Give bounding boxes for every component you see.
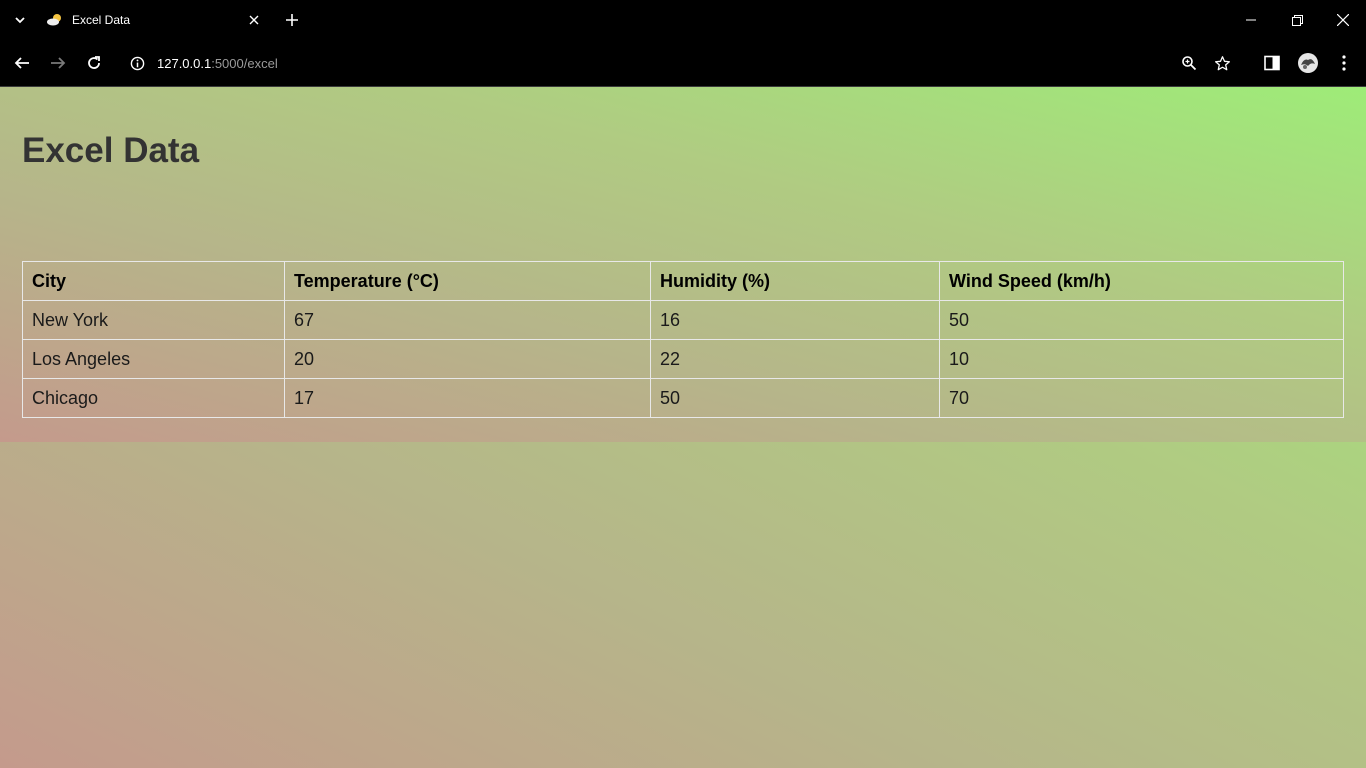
table-cell: Chicago <box>22 378 285 418</box>
table-row: Los Angeles 20 22 10 <box>22 339 1344 379</box>
table-cell: 67 <box>284 300 651 340</box>
chevron-down-icon[interactable] <box>8 8 32 32</box>
info-icon[interactable] <box>120 56 154 71</box>
kebab-menu-icon[interactable] <box>1330 49 1358 77</box>
plus-icon[interactable] <box>280 8 304 32</box>
table-header-row: City Temperature (°C) Humidity (%) Wind … <box>22 261 1344 301</box>
restore-icon[interactable] <box>1274 0 1320 40</box>
table-cell: New York <box>22 300 285 340</box>
profile-avatar-icon[interactable] <box>1294 49 1322 77</box>
back-arrow-icon[interactable] <box>8 49 36 77</box>
table-cell: Los Angeles <box>22 339 285 379</box>
url-path: :5000/excel <box>211 55 278 71</box>
forward-arrow-icon[interactable] <box>44 49 72 77</box>
reload-icon[interactable] <box>80 49 108 77</box>
address-bar[interactable]: 127.0.0.1:5000/excel <box>120 46 1160 80</box>
minimize-icon[interactable] <box>1228 0 1274 40</box>
column-header: City <box>22 261 285 301</box>
table-cell: 22 <box>650 339 940 379</box>
table-row: Chicago 17 50 70 <box>22 378 1344 418</box>
browser-toolbar: 127.0.0.1:5000/excel <box>0 40 1366 86</box>
tab-strip: Excel Data <box>0 0 1366 40</box>
page-title: Excel Data <box>22 131 200 170</box>
star-icon[interactable] <box>1208 49 1236 77</box>
table-cell: 20 <box>284 339 651 379</box>
tab-excel-data[interactable]: Excel Data <box>38 4 270 36</box>
table-cell: 16 <box>650 300 940 340</box>
side-panel-icon[interactable] <box>1258 49 1286 77</box>
page-body: Excel Data City Temperature (°C) Humidit… <box>0 87 1366 442</box>
zoom-icon[interactable] <box>1175 49 1203 77</box>
column-header: Temperature (°C) <box>284 261 651 301</box>
tab-title: Excel Data <box>72 13 131 27</box>
close-icon[interactable] <box>244 10 264 30</box>
url-host: 127.0.0.1 <box>157 55 212 71</box>
table-cell: 50 <box>939 300 1344 340</box>
url-text[interactable]: 127.0.0.1:5000/excel <box>157 56 278 71</box>
table-cell: 70 <box>939 378 1344 418</box>
page-viewport: Excel Data City Temperature (°C) Humidit… <box>0 87 1366 768</box>
table-cell: 50 <box>650 378 940 418</box>
window-close-icon[interactable] <box>1320 0 1366 40</box>
table-row: New York 67 16 50 <box>22 300 1344 340</box>
column-header: Wind Speed (km/h) <box>939 261 1344 301</box>
table-cell: 17 <box>284 378 651 418</box>
column-header: Humidity (%) <box>650 261 940 301</box>
weather-icon <box>46 13 64 27</box>
data-table: City Temperature (°C) Humidity (%) Wind … <box>22 261 1344 418</box>
table-cell: 10 <box>939 339 1344 379</box>
